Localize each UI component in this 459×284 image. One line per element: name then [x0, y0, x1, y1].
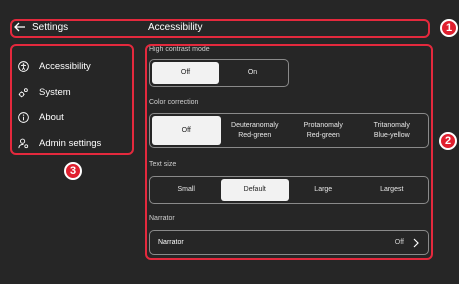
- settings-screen: Settings Accessibility 1 Accessibility S…: [0, 0, 459, 284]
- callout-box-2: [145, 44, 433, 260]
- callout-badge-2: 2: [439, 132, 457, 150]
- callout-box-3: [10, 44, 134, 155]
- callout-box-1: [10, 19, 430, 38]
- callout-badge-3: 3: [64, 162, 82, 180]
- callout-badge-1: 1: [440, 19, 458, 37]
